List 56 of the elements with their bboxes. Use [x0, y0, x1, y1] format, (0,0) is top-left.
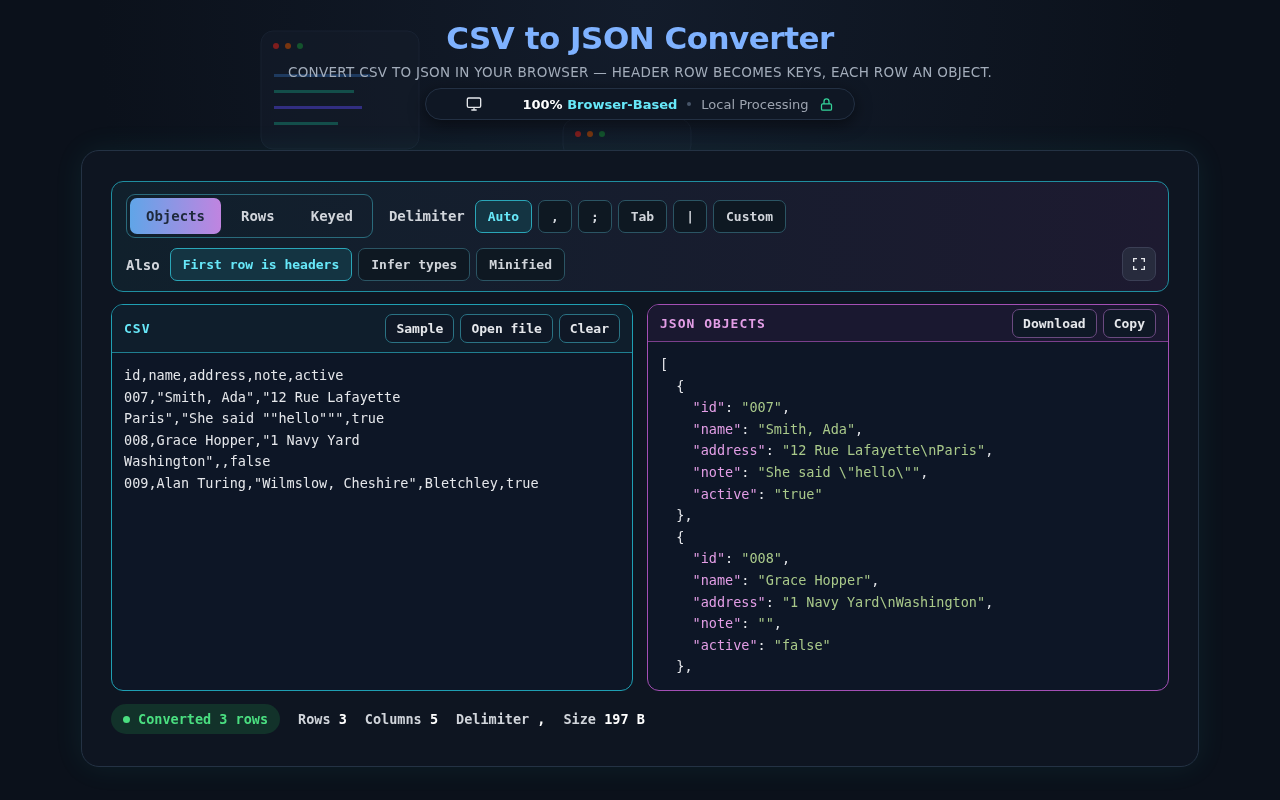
delimiter-option[interactable]: |: [673, 199, 708, 233]
option-toggle[interactable]: Minified: [476, 248, 565, 281]
panel-button[interactable]: Sample: [385, 314, 455, 343]
code-line: [: [660, 355, 669, 375]
code-line: },: [675, 657, 693, 677]
code-line: 008,Grace Hopper,"1 Navy Yard: [124, 430, 360, 450]
code-line: "id": "008",: [691, 549, 791, 569]
page-subtitle: CONVERT CSV TO JSON IN YOUR BROWSER — HEADER ROW BECOMES KEYS, EACH ROW AN OBJECT.: [287, 64, 993, 80]
delimiter-option[interactable]: Custom: [713, 199, 786, 233]
delimiter-option[interactable]: Auto: [474, 199, 533, 233]
option-toggle[interactable]: First row is headers: [169, 248, 353, 281]
delimiter-option[interactable]: ,: [538, 199, 572, 233]
code-line: },: [675, 506, 693, 526]
code-line: {: [675, 527, 685, 547]
code-line: Washington",,false: [124, 452, 271, 472]
panel-button[interactable]: Download: [1012, 308, 1097, 338]
page-title: CSV to JSON Converter: [446, 20, 834, 56]
stat-label: Size 197 B: [563, 711, 645, 727]
panel-title: JSON OBJECTS: [660, 315, 767, 331]
expand-icon: [1131, 256, 1147, 272]
option-toggle[interactable]: Infer types: [358, 248, 471, 281]
code-line: 007,"Smith, Ada","12 Rue Lafayette: [124, 387, 401, 407]
code-line: "address": "1 Navy Yard\nWashington",: [691, 592, 994, 612]
delimiter-option[interactable]: ;: [577, 199, 612, 233]
local-processing-label: Local Processing: [701, 96, 809, 112]
lock-icon: [818, 96, 834, 112]
mode-tab[interactable]: Keyed: [294, 198, 369, 234]
code-line: Paris","She said ""hello""",true: [124, 409, 385, 429]
also-label: Also: [126, 256, 160, 273]
stat-label: Columns 5: [364, 711, 439, 727]
mode-tab[interactable]: Rows: [225, 198, 291, 234]
code-line: "name": "Grace Hopper",: [691, 571, 880, 591]
mode-tab[interactable]: Objects: [130, 198, 221, 234]
code-line: id,name,address,note,active: [124, 366, 344, 385]
panel-button[interactable]: Copy: [1102, 308, 1156, 338]
monitor-icon: [466, 96, 483, 112]
code-line: "note": "",: [691, 614, 782, 634]
code-line: "note": "She said \"hello\"",: [691, 463, 929, 483]
delimiter-option[interactable]: Tab: [617, 199, 668, 233]
stat-label: Rows 3: [298, 711, 347, 727]
stat-label: Delimiter ,: [456, 711, 546, 727]
code-line: "active": "true": [691, 484, 823, 504]
code-line: {: [675, 376, 685, 396]
code-line: "active": "false": [691, 635, 831, 655]
panel-button[interactable]: Clear: [558, 314, 620, 343]
delimiter-label: Delimiter: [388, 208, 465, 224]
browser-based-label: 100% Browser-Based: [522, 96, 678, 112]
code-line: "id": "007",: [691, 398, 791, 418]
panel-title: CSV: [124, 321, 152, 336]
code-line: "address": "12 Rue Lafayette\nParis",: [691, 441, 994, 461]
fullscreen-button[interactable]: [1122, 247, 1156, 281]
csv-input-field[interactable]: id,name,address,note,active 007,"Smith, Ada","12 Rue Lafayette Paris","She said ""hello""",true 008,Grace Hopper,"1 Navy Yard Washington",,false 009,Alan Turing,"Wilmslow, Cheshire",Bletchley,true: [112, 353, 632, 690]
status-badge: Converted 3 rows: [111, 704, 281, 734]
panel-button[interactable]: Open file: [460, 314, 553, 343]
code-line: 009,Alan Turing,"Wilmslow, Cheshire",Bletchley,true: [124, 473, 539, 493]
code-line: "name": "Smith, Ada",: [691, 419, 864, 439]
